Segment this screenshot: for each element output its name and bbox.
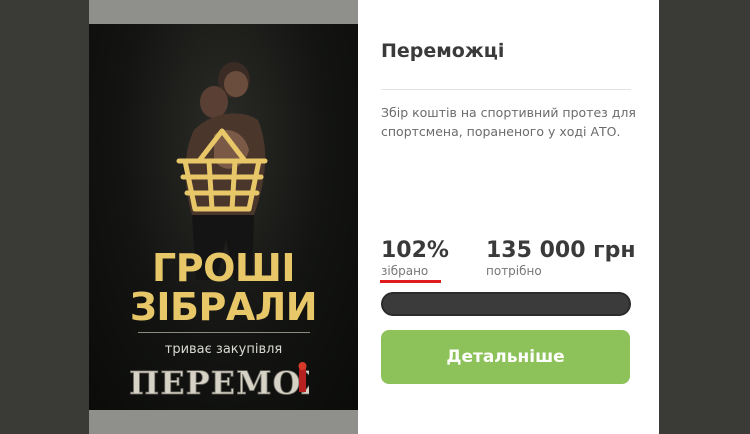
logo-text: ПЕРЕМОЖЦІ (129, 364, 309, 402)
collected-label: зібрано (381, 264, 429, 278)
collected-underline (380, 280, 441, 283)
required-amount: 135 000 грн (486, 238, 636, 263)
title-divider (381, 89, 631, 90)
campaign-description: Збір коштів на спортивний протез для спо… (381, 105, 636, 139)
poster-headline-line2: ЗІБРАЛИ (129, 285, 318, 329)
campaign-title: Переможці (381, 40, 505, 62)
campaign-poster: ГРОШІ ЗІБРАЛИ триває закупівля ПЕРЕМОЖЦІ (89, 0, 358, 434)
peremozhtsi-logo: ПЕРЕМОЖЦІ (129, 362, 309, 402)
collected-percent: 102% (381, 238, 449, 263)
poster-headline-line1: ГРОШІ (152, 246, 295, 290)
campaign-card: ГРОШІ ЗІБРАЛИ триває закупівля ПЕРЕМОЖЦІ… (89, 0, 659, 434)
funding-progress-bar (381, 292, 631, 316)
campaign-details: Переможці Збір коштів на спортивний прот… (358, 0, 659, 434)
poster-image: ГРОШІ ЗІБРАЛИ триває закупівля ПЕРЕМОЖЦІ (89, 24, 358, 410)
poster-divider (138, 332, 310, 333)
funding-progress-fill (381, 292, 631, 316)
details-button[interactable]: Детальніше (381, 330, 630, 384)
poster-subline: триває закупівля (164, 342, 283, 357)
basket-icon (176, 128, 268, 212)
required-label: потрібно (486, 264, 542, 278)
